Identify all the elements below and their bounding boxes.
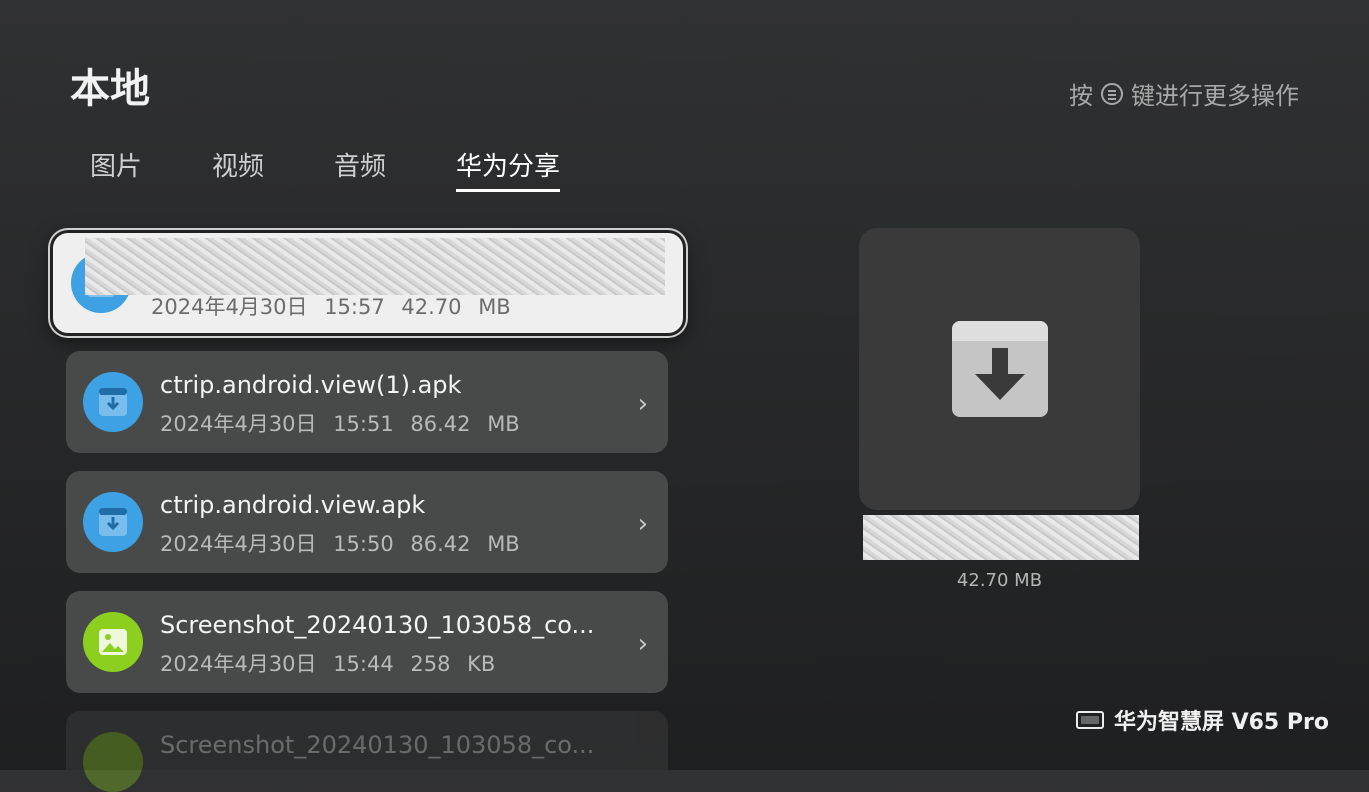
file-item[interactable]: ctrip.android.view.apk 2024年4月30日 15:50 … bbox=[66, 471, 668, 573]
chevron-right-icon: › bbox=[637, 389, 648, 419]
apk-download-icon bbox=[83, 372, 143, 432]
image-icon bbox=[83, 732, 143, 792]
chevron-right-icon: › bbox=[637, 509, 648, 539]
file-item[interactable]: Screenshot_20240130_103058_co... 2024年4月… bbox=[66, 591, 668, 693]
tv-icon bbox=[1075, 711, 1104, 729]
page-title: 本地 bbox=[70, 66, 150, 112]
tab-audio[interactable]: 音频 bbox=[334, 146, 386, 192]
file-meta: 2024年4月30日 15:51 86.42 MB bbox=[160, 412, 520, 436]
file-item-focused[interactable]: 2024年4月30日 15:57 42.70 MB bbox=[50, 230, 686, 336]
preview-file-size: 42.70 MB bbox=[956, 570, 1043, 591]
file-name: ctrip.android.view(1).apk bbox=[160, 371, 462, 399]
image-icon bbox=[83, 612, 143, 672]
redacted-filename bbox=[85, 238, 665, 295]
device-name: 华为智慧屏 V65 Pro bbox=[1113, 710, 1329, 735]
tab-bar: 图片 视频 音频 华为分享 bbox=[90, 146, 561, 192]
file-preview bbox=[859, 228, 1140, 510]
hint-prefix: 按 bbox=[1069, 82, 1093, 110]
file-name: Screenshot_20240130_103058_co... bbox=[160, 731, 595, 759]
file-name: Screenshot_20240130_103058_co... bbox=[160, 611, 595, 639]
file-meta: 2024年4月30日 15:44 258 KB bbox=[160, 652, 496, 676]
apk-download-icon bbox=[83, 492, 143, 552]
download-icon bbox=[951, 321, 1048, 417]
file-item[interactable]: Screenshot_20240130_103058_co... bbox=[66, 711, 668, 792]
tab-pictures[interactable]: 图片 bbox=[90, 146, 142, 192]
file-meta: 2024年4月30日 15:57 42.70 MB bbox=[151, 295, 511, 319]
chevron-right-icon: › bbox=[637, 629, 648, 659]
redacted-preview-name bbox=[863, 515, 1139, 560]
menu-hint: 按 键进行更多操作 bbox=[1069, 76, 1299, 111]
tab-videos[interactable]: 视频 bbox=[212, 146, 264, 192]
file-meta: 2024年4月30日 15:50 86.42 MB bbox=[160, 532, 520, 556]
menu-icon bbox=[1101, 82, 1123, 105]
file-item[interactable]: ctrip.android.view(1).apk 2024年4月30日 15:… bbox=[66, 351, 668, 453]
file-name: ctrip.android.view.apk bbox=[160, 491, 426, 519]
device-brand: 华为智慧屏 V65 Pro bbox=[1075, 704, 1329, 736]
tab-huawei-share[interactable]: 华为分享 bbox=[456, 146, 561, 192]
hint-suffix: 键进行更多操作 bbox=[1131, 82, 1299, 110]
